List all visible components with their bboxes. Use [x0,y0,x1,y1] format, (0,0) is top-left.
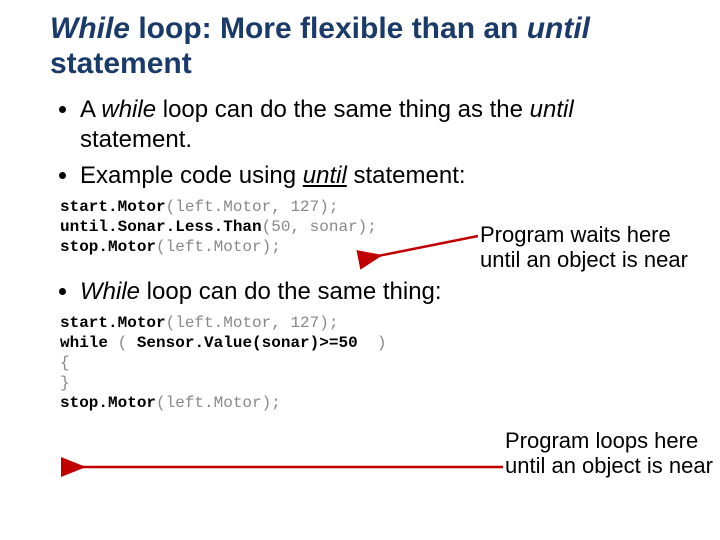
annotation-1: Program waits here until an object is ne… [480,222,695,273]
bullet-list-2: While loop can do the same thing: [50,277,680,307]
arrow-1-icon [370,232,480,262]
code1-l3-args: (left.Motor); [156,238,281,256]
title-mid: loop: More flexible than an [130,12,527,45]
code1-l1-args: (left.Motor, 127); [166,198,339,216]
code2-l1-args: (left.Motor, 127); [166,314,339,332]
bullet-list: A while loop can do the same thing as th… [50,95,680,191]
title-until: until [527,12,590,45]
annotation-2: Program loops here until an object is ne… [505,428,720,479]
code-block-2: start.Motor(left.Motor, 127); while ( Se… [60,313,680,413]
bullet-3-while: While [80,278,140,305]
bullet-3-text: loop can do the same thing: [140,278,442,305]
bullet-1-until: until [530,96,574,123]
bullet-1: A while loop can do the same thing as th… [80,95,680,155]
code2-l2-open: ( [108,334,137,352]
code2-l2-kw: while [60,334,108,352]
title-while: While [50,12,130,45]
code2-l1-fn: start.Motor [60,314,166,332]
code2-l5-args: (left.Motor); [156,394,281,412]
bullet-2-until: until [303,162,347,189]
code2-l2-close: ) [358,334,387,352]
code1-l1-fn: start.Motor [60,198,166,216]
bullet-1-text-c: statement. [80,126,192,153]
code1-l3-fn: stop.Motor [60,238,156,256]
code2-l2-expr: Sensor.Value(sonar)>=50 [137,334,358,352]
arrow-2-icon [75,462,505,472]
code2-l5-fn: stop.Motor [60,394,156,412]
slide-title: While loop: More flexible than an until … [50,12,680,81]
code1-l2-fn: until.Sonar.Less.Than [60,218,262,236]
code2-l4: } [60,374,70,392]
bullet-2: Example code using until statement: [80,161,680,191]
title-tail: statement [50,47,192,80]
bullet-1-while: while [101,96,156,123]
bullet-1-text-b: loop can do the same thing as the [156,96,530,123]
code2-l3: { [60,354,70,372]
bullet-3: While loop can do the same thing: [80,277,680,307]
slide: While loop: More flexible than an until … [0,0,720,413]
bullet-1-text-a: A [80,96,101,123]
bullet-2-text-a: Example code using [80,162,303,189]
bullet-2-text-b: statement: [347,162,466,189]
code1-l2-args: (50, sonar); [262,218,377,236]
